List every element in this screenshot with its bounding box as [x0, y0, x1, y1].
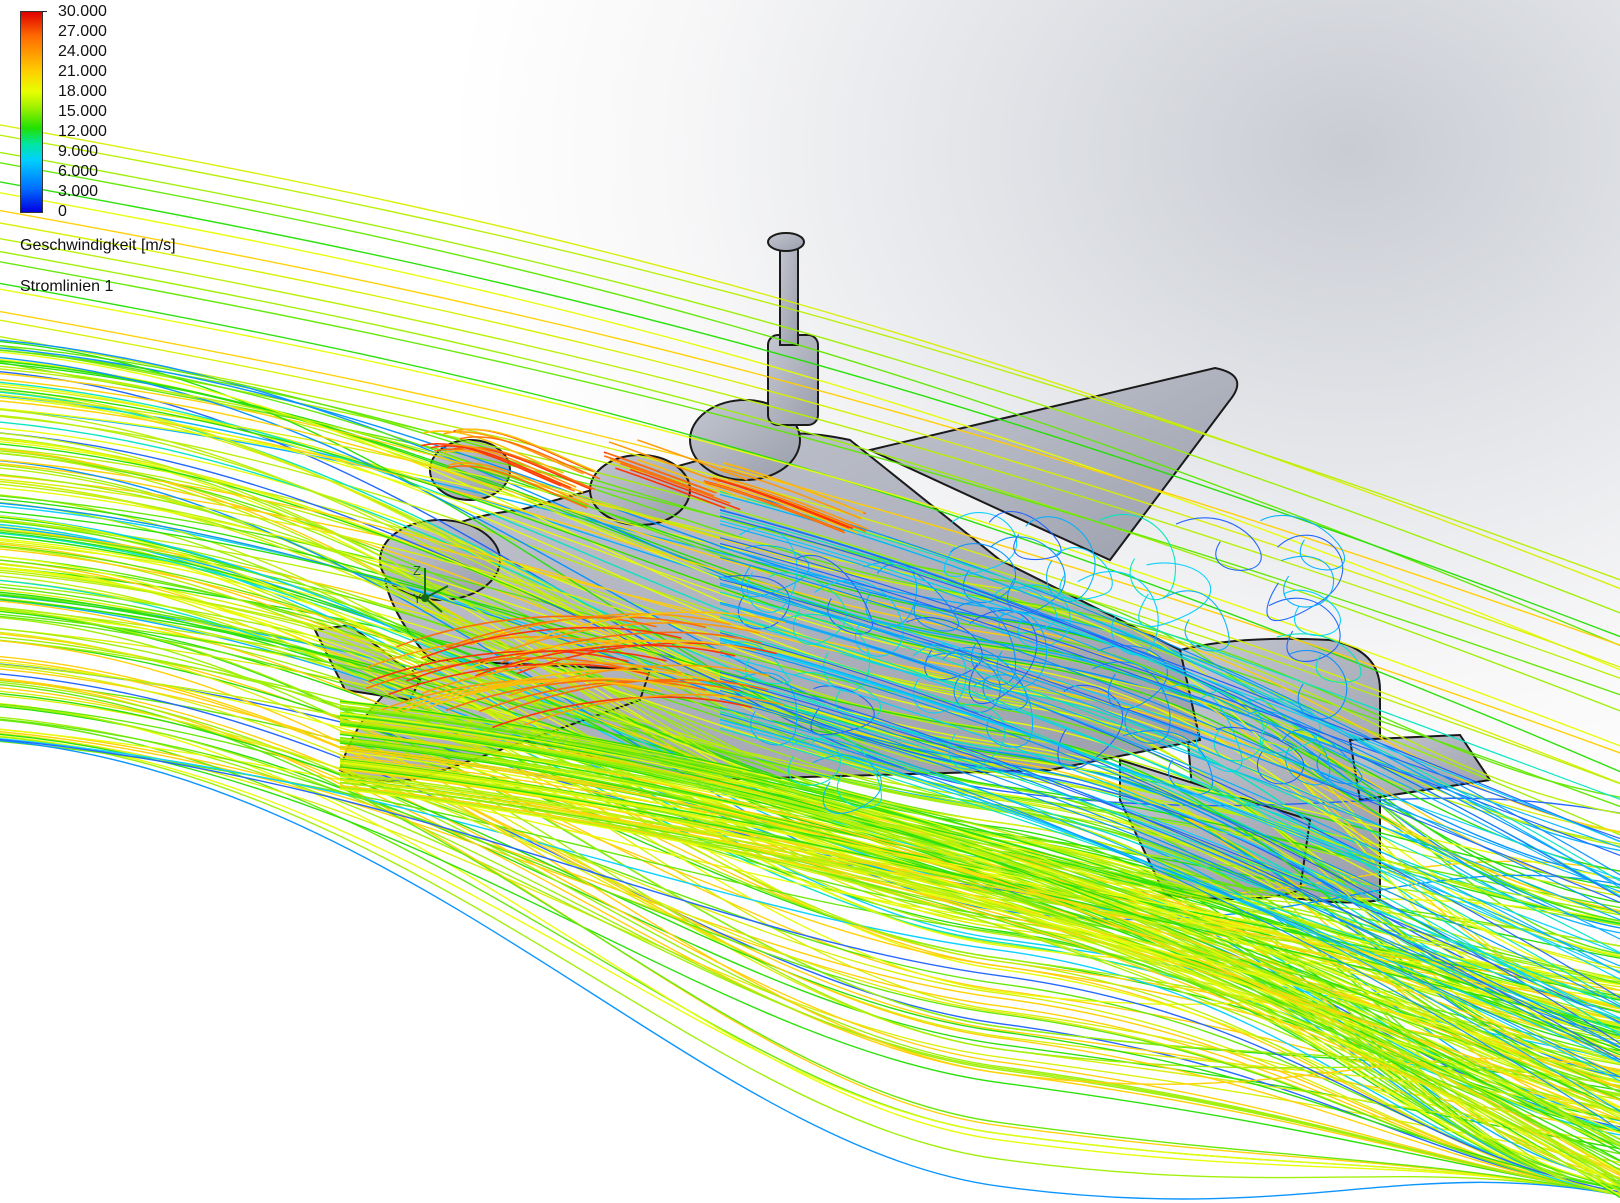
legend-tick-label: 12.000	[58, 123, 107, 140]
legend-tick-label: 3.000	[58, 183, 99, 200]
legend-tick-label: 15.000	[58, 103, 107, 120]
velocity-legend: 30.000 27.000 24.000 21.000 18.000 15.00…	[20, 4, 240, 298]
graphics-viewport[interactable]: Z Y 30.000 27.000 24.000 21.000 18.000 1…	[0, 0, 1620, 1203]
legend-tick	[42, 11, 47, 12]
triad-z-label: Z	[413, 563, 421, 578]
plot-name-label: Stromlinien 1	[20, 278, 114, 295]
legend-tick-label: 9.000	[58, 143, 99, 160]
streamline	[1175, 517, 1262, 571]
mast-tip	[767, 232, 805, 252]
streamline	[1138, 562, 1212, 627]
legend-tick-label: 30.000	[58, 3, 107, 20]
legend-tick-label: 6.000	[58, 163, 99, 180]
legend-tick-label: 27.000	[58, 23, 107, 40]
legend-quantity-label: Geschwindigkeit [m/s]	[20, 237, 176, 254]
legend-tick-label: 18.000	[58, 83, 107, 100]
triad-y-label: Y	[413, 591, 422, 606]
legend-tick-label: 21.000	[58, 63, 107, 80]
flow-scene[interactable]: Z Y	[0, 0, 1620, 1203]
legend-tick-label: 24.000	[58, 43, 107, 60]
legend-tick-label: 0	[58, 203, 67, 220]
streamline	[339, 763, 1620, 1129]
streamline	[1260, 514, 1346, 571]
color-scale-bar	[20, 11, 43, 213]
